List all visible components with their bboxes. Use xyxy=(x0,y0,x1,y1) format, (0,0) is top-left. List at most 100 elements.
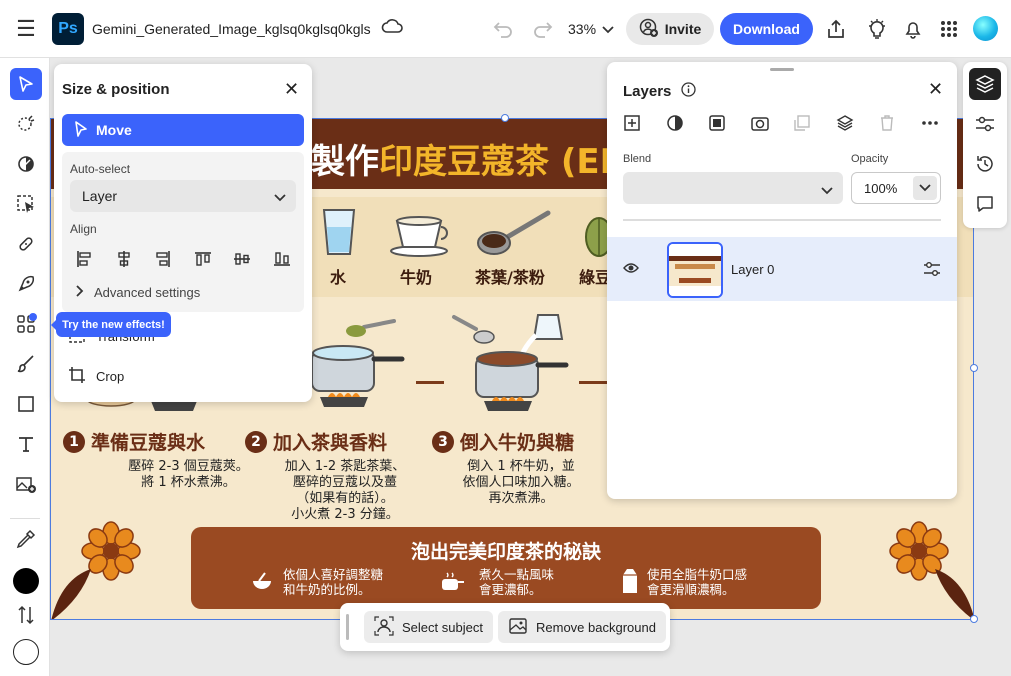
poster-title: 製作印度豆蔻茶 (ELA xyxy=(311,134,648,183)
eye-icon[interactable] xyxy=(623,261,639,280)
healing-icon[interactable] xyxy=(10,228,42,260)
history-icon[interactable] xyxy=(969,148,1001,180)
advanced-settings-toggle[interactable]: Advanced settings xyxy=(76,285,200,300)
chevron-down-icon xyxy=(602,21,614,37)
remove-background-button[interactable]: Remove background xyxy=(498,611,666,643)
step-description: 倒入 1 杯牛奶，並 依個人口味加入糖。 再次煮沸。 xyxy=(462,459,580,506)
zoom-value: 33% xyxy=(568,21,597,37)
crop-item[interactable]: Crop xyxy=(68,366,124,387)
effects-tooltip[interactable]: Try the new effects! xyxy=(51,312,171,337)
layers-title-text: Layers xyxy=(623,83,672,100)
chevron-down-icon[interactable] xyxy=(913,176,937,200)
opacity-field[interactable]: 100% xyxy=(851,172,941,204)
auto-select-dropdown[interactable]: Layer xyxy=(70,180,296,212)
transform-handle[interactable] xyxy=(970,615,978,623)
undo-icon[interactable] xyxy=(492,18,514,45)
redo-icon[interactable] xyxy=(532,18,554,45)
adjustments-icon[interactable] xyxy=(10,148,42,180)
layers-title: Layers xyxy=(623,82,697,101)
tips-title: 泡出完美印度茶的秘訣 xyxy=(410,541,601,563)
avatar[interactable] xyxy=(973,16,998,41)
comment-icon[interactable] xyxy=(969,188,1001,220)
advanced-settings-label: Advanced settings xyxy=(94,285,201,300)
zoom-dropdown[interactable]: 33% xyxy=(568,21,614,37)
eyedropper-icon[interactable] xyxy=(10,523,42,555)
bell-icon[interactable] xyxy=(901,17,925,41)
camera-icon[interactable] xyxy=(749,112,771,134)
panel-title: Size & position xyxy=(62,81,170,98)
add-layer-icon[interactable] xyxy=(621,112,643,134)
close-icon[interactable]: ✕ xyxy=(284,79,299,100)
layer-row[interactable]: Layer 0 xyxy=(607,237,957,301)
blend-label: Blend xyxy=(623,153,652,165)
brush-icon[interactable] xyxy=(10,348,42,380)
crop-label: Crop xyxy=(96,369,125,384)
invite-label: Invite xyxy=(664,21,702,37)
photoshop-logo[interactable]: Ps xyxy=(52,12,84,45)
select-subject-button[interactable]: Select subject xyxy=(364,611,493,643)
properties-icon[interactable] xyxy=(969,108,1001,140)
tip-text: 煮久一點風味 會更濃郁。 xyxy=(479,567,555,597)
chevron-down-icon xyxy=(274,189,286,205)
transform-handle[interactable] xyxy=(970,364,978,372)
tea-spoon-icon xyxy=(476,209,552,264)
more-icon[interactable] xyxy=(919,112,941,134)
foreground-color-swatch[interactable] xyxy=(13,568,39,594)
file-name[interactable]: Gemini_Generated_Image_kglsq0kglsq0kgls xyxy=(92,21,371,37)
download-button[interactable]: Download xyxy=(720,13,813,45)
clip-layer-icon[interactable] xyxy=(791,112,813,134)
image-add-icon[interactable] xyxy=(10,468,42,500)
layer-stack-icon[interactable] xyxy=(834,112,856,134)
toolbar-divider xyxy=(10,518,40,519)
step-title: 3 倒入牛奶與糖 xyxy=(432,428,574,455)
background-color-swatch[interactable] xyxy=(13,639,39,665)
opacity-value: 100% xyxy=(864,180,898,196)
lightbulb-icon[interactable] xyxy=(865,17,889,41)
align-bottom-icon[interactable] xyxy=(268,248,296,270)
trash-icon[interactable] xyxy=(876,112,898,134)
step-number: 2 xyxy=(245,430,267,453)
drag-handle[interactable] xyxy=(770,68,794,71)
layers-icon[interactable] xyxy=(969,68,1001,100)
swap-colors-icon[interactable] xyxy=(10,599,42,631)
pot-with-spices-illustration xyxy=(306,317,406,418)
shape-icon[interactable] xyxy=(10,388,42,420)
cloud-icon[interactable] xyxy=(381,18,403,39)
step-title-text: 加入茶與香料 xyxy=(273,432,388,454)
align-center-horizontal-icon[interactable] xyxy=(110,248,138,270)
text-icon[interactable] xyxy=(10,428,42,460)
adjustment-layer-icon[interactable] xyxy=(664,112,686,134)
close-icon[interactable]: ✕ xyxy=(928,79,943,100)
tip-text: 使用全脂牛奶口感 會更滑順濃稠。 xyxy=(647,567,748,597)
invite-button[interactable]: Invite xyxy=(626,13,714,45)
move-arrow-icon xyxy=(74,120,88,140)
quick-selection-icon[interactable] xyxy=(10,108,42,140)
share-icon[interactable] xyxy=(824,17,848,41)
align-right-icon[interactable] xyxy=(149,248,177,270)
align-center-vertical-icon[interactable] xyxy=(228,248,256,270)
layer-properties-icon[interactable] xyxy=(923,261,941,282)
menu-icon[interactable]: ☰ xyxy=(0,16,52,42)
poster-title-prefix: 製作 xyxy=(311,142,379,182)
align-left-icon[interactable] xyxy=(70,248,98,270)
info-icon[interactable] xyxy=(681,82,697,101)
drag-handle[interactable] xyxy=(346,614,349,640)
mask-icon[interactable] xyxy=(706,112,728,134)
leaf-decoration xyxy=(51,559,91,619)
move-tool-icon[interactable] xyxy=(10,68,42,100)
generative-icon[interactable] xyxy=(10,268,42,300)
move-button[interactable]: Move xyxy=(62,114,304,146)
move-options: Auto-select Layer Align Advanced setting… xyxy=(62,152,304,312)
blend-mode-dropdown[interactable] xyxy=(623,172,843,204)
step-number: 3 xyxy=(432,430,454,453)
apps-grid-icon[interactable] xyxy=(937,17,961,41)
step-title: 2 加入茶與香料 xyxy=(245,428,387,455)
align-top-icon[interactable] xyxy=(189,248,217,270)
object-select-icon[interactable] xyxy=(10,188,42,220)
step-arrow xyxy=(416,381,444,384)
effects-icon[interactable] xyxy=(10,308,42,340)
step-number: 1 xyxy=(63,430,85,453)
size-position-panel: Size & position ✕ Move Auto-select Layer… xyxy=(54,64,312,402)
crop-icon xyxy=(68,366,86,387)
transform-handle[interactable] xyxy=(501,114,509,122)
